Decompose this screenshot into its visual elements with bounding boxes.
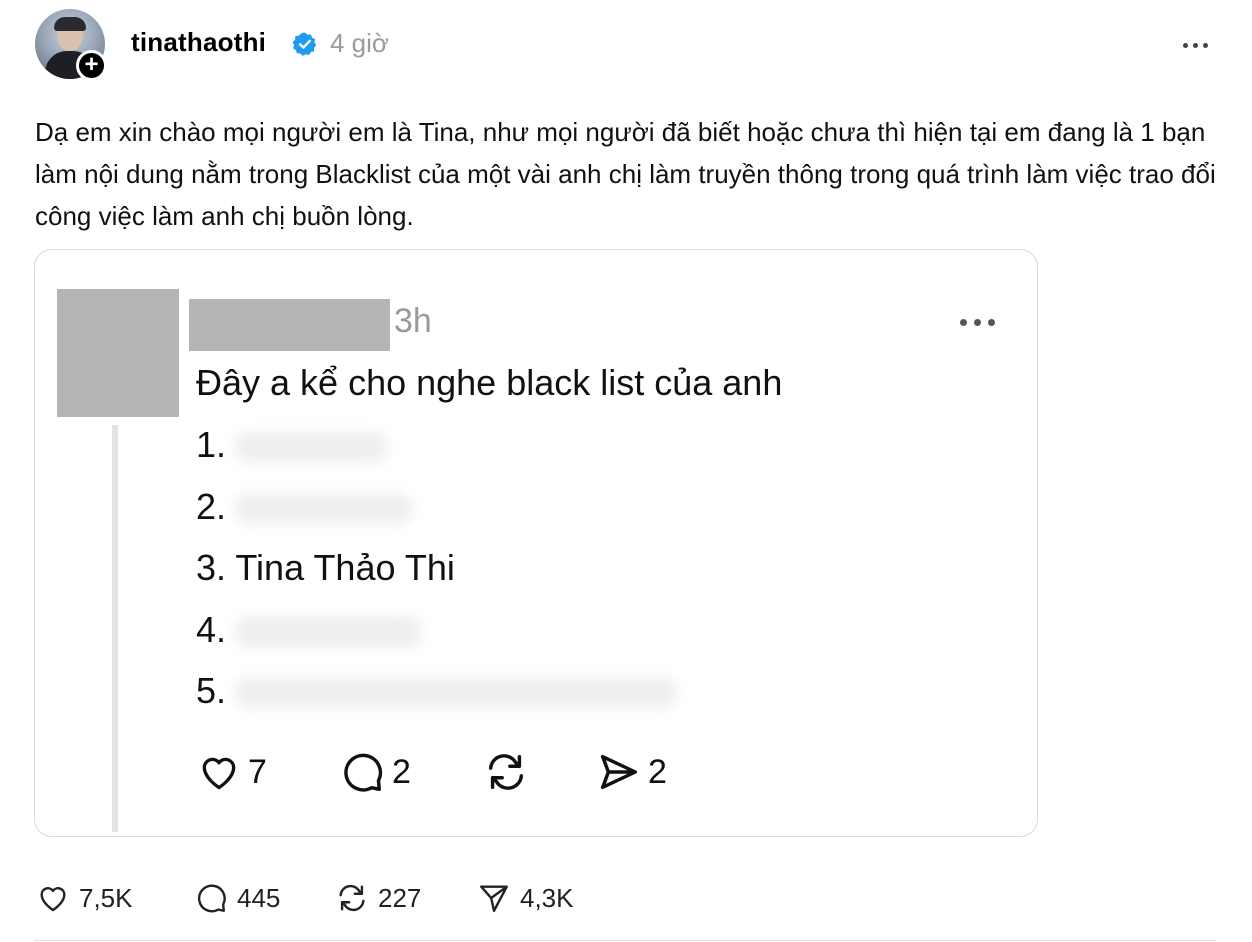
post-caption: Dạ em xin chào mọi người em là Tina, như…: [35, 117, 1216, 231]
embedded-share: 2: [594, 748, 667, 796]
embedded-reply: 2: [338, 748, 411, 796]
comment-icon: [344, 753, 383, 792]
list-item: 4.: [196, 609, 422, 651]
more-icon[interactable]: [1180, 30, 1212, 60]
send-icon: [480, 885, 508, 912]
list-number: 2.: [196, 486, 227, 527]
blurred-name: [236, 617, 422, 648]
post-time: 4 giờ: [330, 28, 389, 58]
heart-icon: [40, 887, 66, 912]
embedded-time: 3h: [394, 302, 432, 340]
heart-icon: [202, 757, 236, 790]
blurred-name: [236, 494, 412, 525]
thread-line: [112, 425, 118, 832]
comment-icon: [197, 884, 226, 913]
share-count: 4,3K: [520, 882, 574, 913]
verified-icon: [292, 32, 317, 56]
list-number: 4.: [196, 609, 227, 650]
divider: [34, 940, 1216, 941]
username[interactable]: tinathaothi: [131, 27, 266, 58]
like-count: 7,5K: [79, 882, 133, 913]
reply-button[interactable]: 445: [193, 878, 280, 918]
embedded-repost: [482, 748, 536, 796]
list-number: 5.: [196, 670, 227, 711]
redacted-username: [189, 299, 390, 351]
embedded-reply-count: 2: [392, 752, 411, 791]
embedded-text: Đây a kể cho nghe black list của anh: [196, 362, 783, 403]
repost-count: 227: [378, 882, 422, 913]
embedded-screenshot[interactable]: [34, 249, 1038, 837]
list-item: 1.: [196, 424, 387, 466]
list-number: 1.: [196, 424, 227, 465]
embedded-more-icon: [958, 306, 998, 336]
blurred-name: [236, 678, 677, 709]
list-item: 2.: [196, 486, 412, 528]
repost-icon: [488, 754, 524, 790]
repost-icon: [339, 884, 365, 912]
follow-plus-icon[interactable]: +: [76, 50, 107, 81]
repost-button[interactable]: 227: [334, 878, 421, 918]
embedded-like: 7: [196, 748, 267, 796]
list-number: 3.: [196, 547, 227, 588]
share-button[interactable]: 4,3K: [476, 878, 574, 918]
embedded-like-count: 7: [248, 752, 267, 791]
embedded-share-count: 2: [648, 752, 667, 791]
list-item: 5.: [196, 670, 677, 712]
list-name: Tina Thảo Thi: [235, 547, 455, 588]
blurred-name: [236, 432, 387, 463]
list-item: 3. Tina Thảo Thi: [196, 547, 455, 589]
like-button[interactable]: 7,5K: [35, 878, 133, 918]
send-icon: [600, 754, 637, 790]
reply-count: 445: [237, 882, 281, 913]
redacted-avatar: [57, 289, 179, 417]
